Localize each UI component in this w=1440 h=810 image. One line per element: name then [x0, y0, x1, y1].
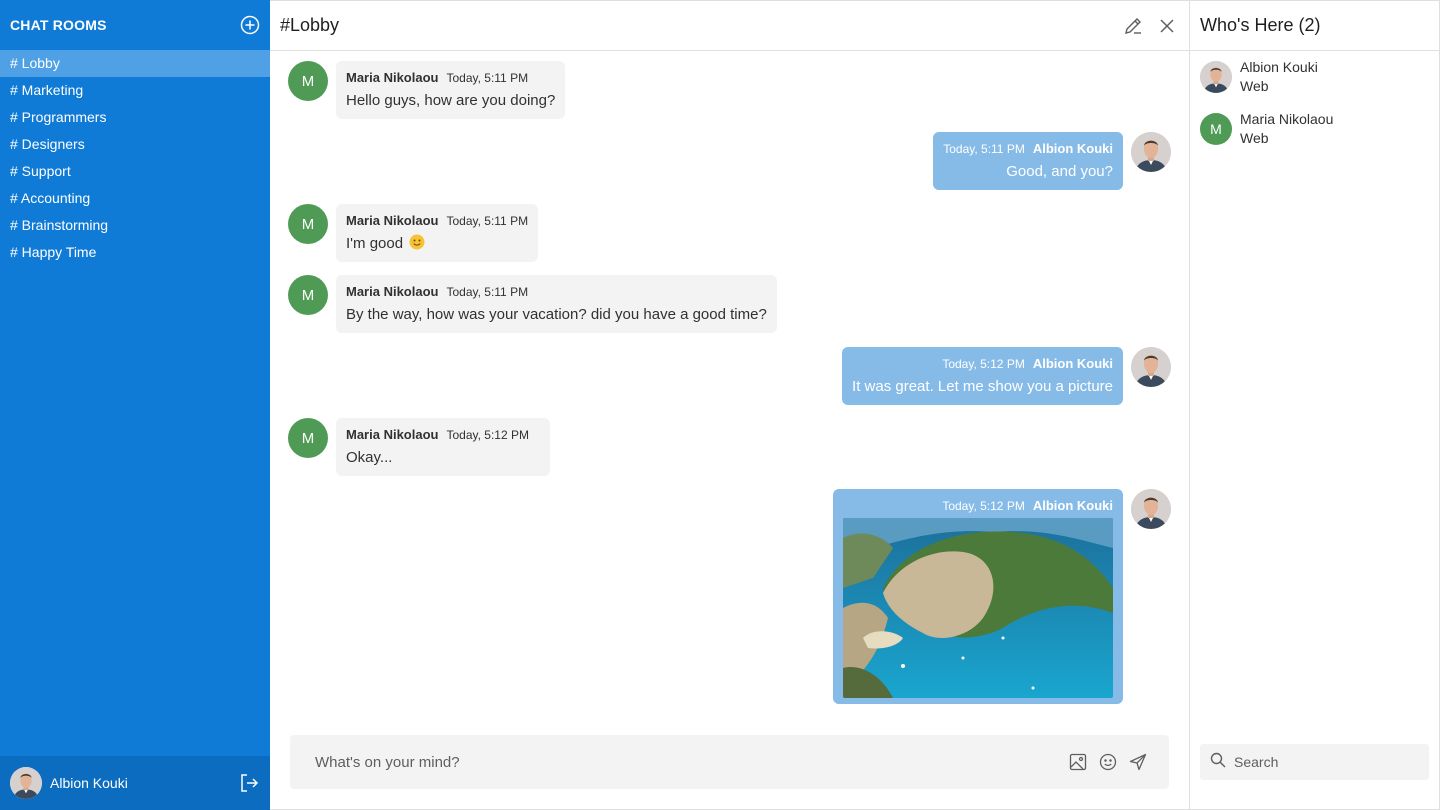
message-bubble: Maria Nikolaou Today, 5:11 PM By the way,… [336, 275, 777, 333]
chat-header: #Lobby [270, 1, 1189, 51]
edit-icon[interactable] [1121, 14, 1145, 38]
message-text: It was great. Let me show you a picture [852, 378, 1113, 395]
message-bubble: Today, 5:11 PM Albion Kouki Good, and you… [933, 132, 1123, 190]
message-text: I'm good [346, 235, 404, 252]
message: Today, 5:12 PM Albion Kouki [833, 489, 1171, 704]
emoji-icon[interactable] [1097, 751, 1119, 773]
member-name: Maria Nikolaou [1240, 111, 1334, 127]
message-time: Today, 5:11 PM [446, 71, 529, 85]
message-time: Today, 5:12 PM [446, 428, 529, 442]
message-text: Hello guys, how are you doing? [346, 92, 556, 109]
room-marketing[interactable]: # Marketing [0, 77, 270, 104]
message-author: Albion Kouki [1032, 141, 1113, 156]
sender-avatar [1131, 347, 1171, 387]
message-bubble: Today, 5:12 PM Albion Kouki [833, 489, 1123, 704]
message: M Maria Nikolaou Today, 5:11 PM Hello guy… [288, 61, 566, 119]
message-bubble: Today, 5:12 PM Albion Kouki It was great.… [842, 347, 1123, 405]
sender-avatar: M [288, 61, 328, 101]
smiley-emoji-icon [409, 234, 425, 250]
message-author: Albion Kouki [1032, 356, 1113, 371]
sidebar-title: CHAT ROOMS [10, 17, 107, 33]
members-title: Who's Here (2) [1190, 1, 1439, 51]
message: M Maria Nikolaou Today, 5:12 PM Okay... [288, 418, 550, 476]
close-icon[interactable] [1155, 14, 1179, 38]
member-status: Web [1240, 130, 1269, 146]
message-author: Maria Nikolaou [346, 213, 439, 228]
sender-avatar: M [288, 275, 328, 315]
member-search [1200, 744, 1429, 780]
message-time: Today, 5:11 PM [943, 142, 1025, 156]
message-author: Albion Kouki [1032, 498, 1113, 513]
message-bubble: Maria Nikolaou Today, 5:11 PM Hello guys,… [336, 61, 566, 119]
member-avatar: M [1200, 113, 1232, 145]
search-icon [1210, 752, 1226, 773]
room-accounting[interactable]: # Accounting [0, 185, 270, 212]
message: M Maria Nikolaou Today, 5:11 PM By the wa… [288, 275, 777, 333]
member-item[interactable]: Albion Kouki Web [1190, 51, 1439, 103]
sender-avatar [1131, 132, 1171, 172]
member-name: Albion Kouki [1240, 59, 1318, 75]
room-programmers[interactable]: # Programmers [0, 104, 270, 131]
message: Today, 5:11 PM Albion Kouki Good, and you… [933, 132, 1171, 190]
message-author: Maria Nikolaou [346, 427, 439, 442]
room-support[interactable]: # Support [0, 158, 270, 185]
send-icon[interactable] [1127, 751, 1149, 773]
current-user-bar: Albion Kouki [0, 756, 270, 810]
message-time: Today, 5:11 PM [446, 214, 529, 228]
image-icon[interactable] [1067, 751, 1089, 773]
message-bubble: Maria Nikolaou Today, 5:12 PM Okay... [336, 418, 550, 476]
message-time: Today, 5:12 PM [942, 499, 1025, 513]
message-author: Maria Nikolaou [346, 70, 439, 85]
message-text: Okay... [346, 449, 393, 466]
current-user-avatar [10, 767, 42, 799]
message-time: Today, 5:12 PM [942, 357, 1025, 371]
sidebar: CHAT ROOMS # Lobby # Marketing # Program… [0, 0, 270, 810]
search-input[interactable] [1234, 754, 1414, 770]
member-item[interactable]: M Maria Nikolaou Web [1190, 103, 1439, 155]
message-composer [290, 735, 1169, 789]
sender-avatar: M [288, 204, 328, 244]
logout-icon[interactable] [238, 772, 260, 794]
add-room-icon[interactable] [240, 15, 260, 35]
message-text: Good, and you? [1006, 163, 1113, 180]
message-time: Today, 5:11 PM [446, 285, 529, 299]
current-user-name: Albion Kouki [50, 775, 128, 791]
room-lobby[interactable]: # Lobby [0, 50, 270, 77]
room-happy-time[interactable]: # Happy Time [0, 239, 270, 266]
room-list: # Lobby # Marketing # Programmers # Desi… [0, 50, 270, 266]
room-designers[interactable]: # Designers [0, 131, 270, 158]
message-bubble: Maria Nikolaou Today, 5:11 PM I'm good [336, 204, 539, 262]
message-text: By the way, how was your vacation? did y… [346, 306, 767, 323]
message-input[interactable] [315, 753, 1059, 771]
members-panel: Who's Here (2) Albion Kouki Web M Maria … [1189, 0, 1440, 810]
message: M Maria Nikolaou Today, 5:11 PM I'm good [288, 204, 539, 262]
sender-avatar: M [288, 418, 328, 458]
member-status: Web [1240, 78, 1269, 94]
message: Today, 5:12 PM Albion Kouki It was great.… [842, 347, 1171, 405]
message-author: Maria Nikolaou [346, 284, 439, 299]
room-brainstorming[interactable]: # Brainstorming [0, 212, 270, 239]
shared-photo[interactable] [843, 518, 1113, 698]
member-avatar [1200, 61, 1232, 93]
sender-avatar [1131, 489, 1171, 529]
chat-panel: #Lobby M Maria Nikolaou Today, 5:11 PM He… [270, 0, 1189, 810]
chat-title: #Lobby [280, 15, 340, 35]
sidebar-header: CHAT ROOMS [0, 0, 270, 50]
